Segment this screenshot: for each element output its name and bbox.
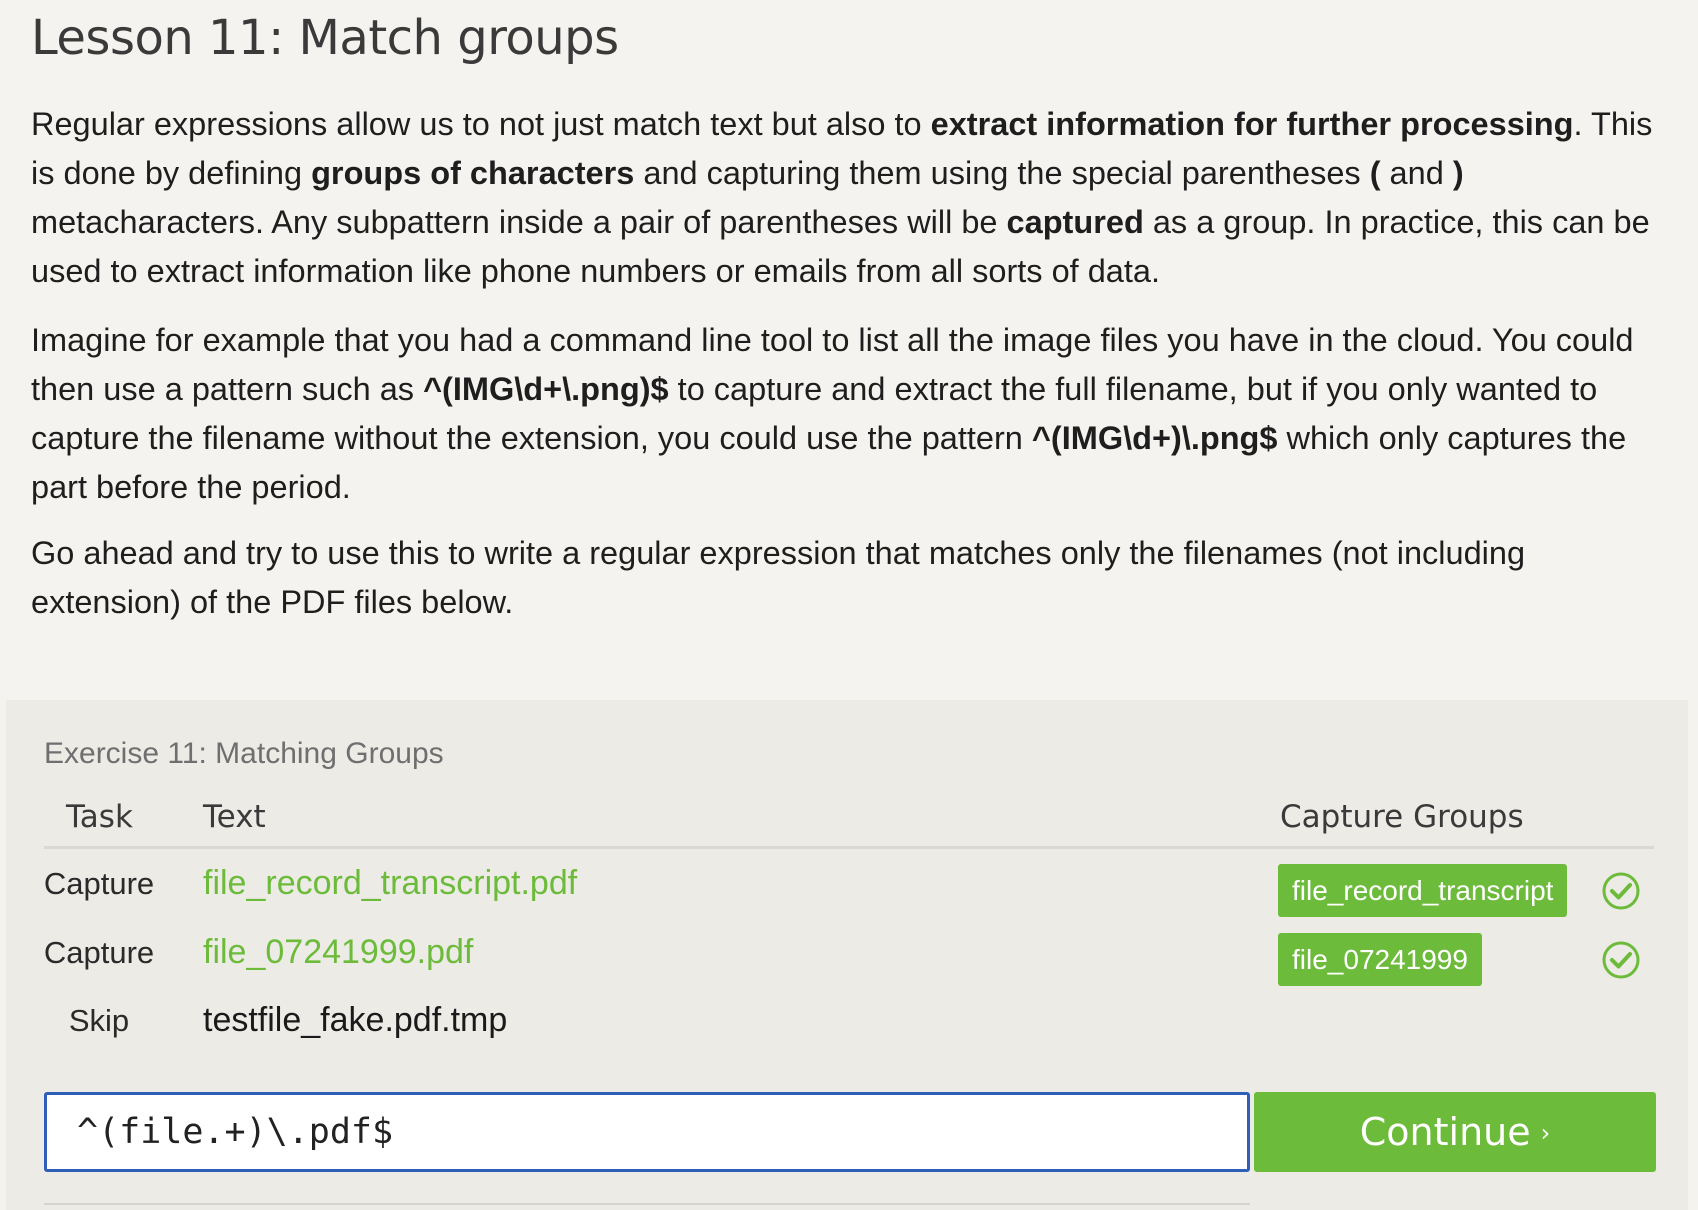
text-segment: Regular expressions allow us to not just…: [31, 106, 931, 142]
continue-button[interactable]: Continue ›: [1254, 1092, 1656, 1172]
test-string: testfile_fake.pdf.tmp: [203, 1001, 508, 1039]
lesson-paragraph-instruction: Go ahead and try to use this to write a …: [31, 535, 1526, 620]
task-label: Capture: [43, 935, 155, 970]
column-header-text: Text: [203, 799, 266, 835]
lesson-title: Lesson 11: Match groups: [31, 10, 619, 66]
column-header-capture-groups: Capture Groups: [1280, 799, 1524, 835]
emphasis-groups-of-characters: groups of characters: [311, 155, 635, 191]
lesson-content: Lesson 11: Match groups Regular expressi…: [31, 0, 1671, 627]
test-string: file_07241999.pdf: [203, 933, 474, 971]
task-row: Skip testfile_fake.pdf.tmp: [6, 993, 1688, 1053]
emphasis-extract-information: extract information for further processi…: [930, 106, 1574, 142]
pattern-filename-no-extension: ^(IMG\d+)\.png$: [1031, 420, 1278, 456]
text-segment: and: [1380, 155, 1453, 191]
emphasis-open-paren: (: [1369, 155, 1381, 191]
column-header-task: Task: [66, 799, 133, 835]
emphasis-captured: captured: [1006, 204, 1144, 240]
emphasis-close-paren: ): [1452, 155, 1464, 191]
pattern-full-filename: ^(IMG\d+\.png)$: [423, 371, 669, 407]
input-underline: [44, 1203, 1250, 1205]
lesson-paragraph-example: Imagine for example that you had a comma…: [31, 316, 1671, 512]
text-segment: metacharacters. Any subpattern inside a …: [31, 204, 1007, 240]
task-label: Capture: [43, 866, 155, 901]
capture-group-chip: file_07241999: [1278, 933, 1482, 986]
chevron-right-icon: ›: [1540, 1119, 1551, 1147]
text-segment: and capturing them using the special par…: [634, 155, 1370, 191]
lesson-paragraph-intro: Regular expressions allow us to not just…: [31, 100, 1671, 296]
task-row: Capture file_07241999.pdf file_07241999: [6, 925, 1688, 986]
success-check-icon: [1602, 872, 1640, 910]
task-row: Capture file_record_transcript.pdf file_…: [6, 856, 1688, 917]
test-string: file_record_transcript.pdf: [203, 864, 578, 902]
success-check-icon: [1602, 941, 1640, 979]
header-divider: [44, 846, 1654, 849]
exercise-title: Exercise 11: Matching Groups: [44, 737, 444, 770]
exercise-panel: Exercise 11: Matching Groups Task Text C…: [6, 700, 1688, 1210]
capture-group-chip: file_record_transcript: [1278, 864, 1568, 917]
continue-label: Continue: [1359, 1110, 1531, 1154]
task-label: Skip: [68, 1003, 130, 1038]
regex-input[interactable]: [44, 1092, 1250, 1172]
